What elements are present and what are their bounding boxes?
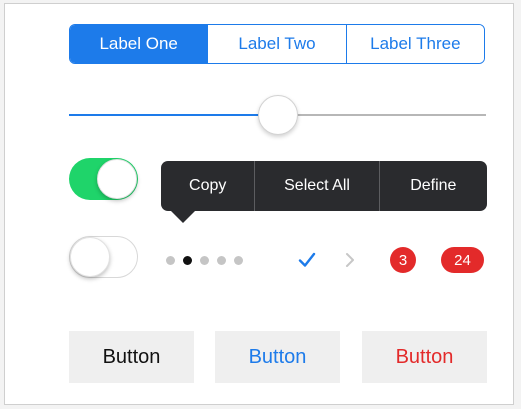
edit-menu: Copy Select All Define [161, 161, 487, 211]
page-control[interactable] [166, 256, 243, 265]
badge: 24 [441, 247, 484, 273]
blue-button[interactable]: Button [215, 331, 340, 383]
toggle-switch-on[interactable] [69, 158, 138, 200]
red-button[interactable]: Button [362, 331, 487, 383]
segmented-control: Label One Label Two Label Three [69, 24, 485, 64]
page-dot[interactable] [217, 256, 226, 265]
slider[interactable] [69, 95, 486, 135]
toggle-switch-off[interactable] [69, 236, 138, 278]
menu-item-copy[interactable]: Copy [161, 161, 254, 211]
segment-label-two[interactable]: Label Two [207, 25, 346, 63]
chevron-right-icon[interactable] [345, 252, 355, 268]
checkmark-icon [298, 252, 316, 267]
menu-item-define[interactable]: Define [378, 161, 487, 211]
badge: 3 [390, 247, 416, 273]
page-dot[interactable] [166, 256, 175, 265]
segment-label-one[interactable]: Label One [70, 25, 208, 63]
page-dot[interactable] [200, 256, 209, 265]
toggle-knob [97, 159, 137, 199]
page-dot-active[interactable] [183, 256, 192, 265]
slider-thumb[interactable] [257, 95, 298, 135]
edit-menu-pointer [171, 211, 195, 223]
toggle-knob [70, 237, 110, 277]
segment-label-three[interactable]: Label Three [345, 25, 484, 63]
menu-item-select-all[interactable]: Select All [254, 161, 378, 211]
page-dot[interactable] [234, 256, 243, 265]
slider-fill [69, 114, 278, 116]
default-button[interactable]: Button [69, 331, 194, 383]
